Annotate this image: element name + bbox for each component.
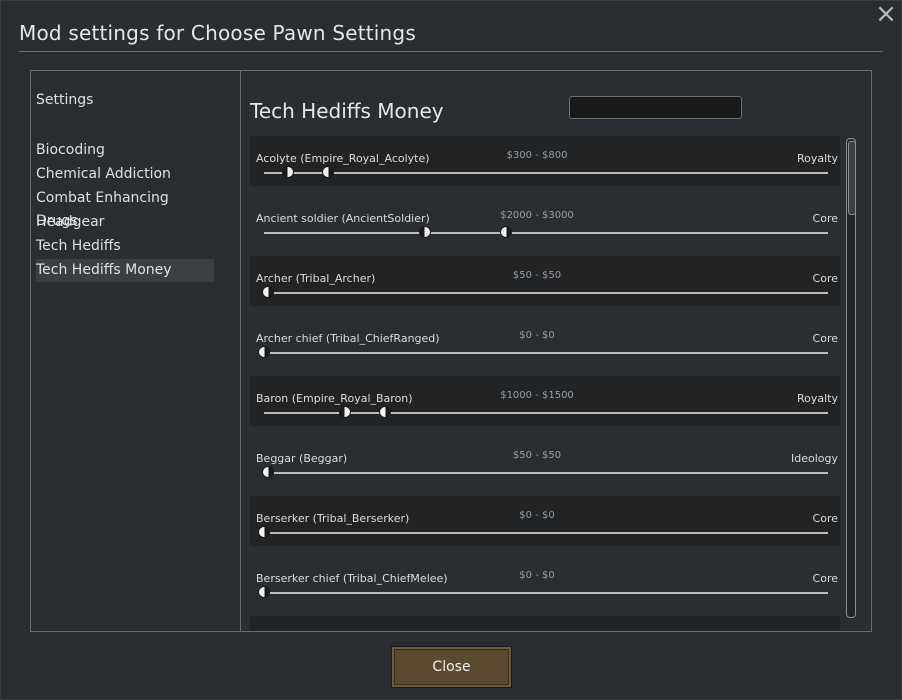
range-slider-track[interactable]	[264, 292, 828, 294]
row-range-value: $1000 - $1500	[500, 390, 574, 401]
sidebar-item[interactable]: Tech Hediffs	[36, 235, 209, 258]
slider-max-handle[interactable]	[258, 526, 270, 538]
sidebar-heading: Settings	[36, 92, 94, 108]
row-source: Core	[812, 572, 838, 585]
slider-min-handle[interactable]	[338, 406, 351, 418]
row-source: Core	[812, 212, 838, 225]
sidebar-item[interactable]: Chemical Addiction	[36, 163, 209, 186]
section-title: Tech Hediffs Money	[250, 99, 444, 123]
sidebar-item[interactable]: Biocoding	[36, 139, 209, 162]
slider-max-handle[interactable]	[499, 226, 512, 238]
settings-panel: Settings Biocoding Chemical Addiction Comb…	[30, 70, 872, 632]
row-source: Core	[812, 512, 838, 525]
setting-row: Berserker chief (Tribal_ChiefMelee) $0 - …	[250, 556, 840, 606]
row-range-value: $2000 - $3000	[500, 210, 574, 221]
row-source: Core	[812, 272, 838, 285]
row-label: Berserker (Tribal_Berserker)	[256, 512, 410, 525]
window-title: Mod settings for Choose Pawn Settings	[19, 21, 416, 45]
slider-max-handle[interactable]	[258, 346, 270, 358]
content-area: Tech Hediffs Money Acolyte (Empire_Royal…	[242, 71, 871, 631]
range-slider-track[interactable]	[264, 532, 828, 534]
scrollbar-thumb[interactable]	[848, 141, 856, 215]
slider-max-handle[interactable]	[262, 466, 275, 478]
search-input[interactable]	[569, 96, 742, 119]
range-slider-track[interactable]	[264, 592, 828, 594]
row-range-value: $50 - $50	[512, 270, 562, 281]
settings-list: Acolyte (Empire_Royal_Acolyte) $300 - $80…	[250, 136, 840, 631]
row-label: Archer (Tribal_Archer)	[256, 272, 376, 285]
mod-settings-window: × Mod settings for Choose Pawn Settings …	[0, 0, 902, 700]
setting-row: Archer chief (Tribal_ChiefRanged) $0 - $0…	[250, 316, 840, 366]
title-divider	[19, 51, 883, 52]
row-label: Archer chief (Tribal_ChiefRanged)	[256, 332, 440, 345]
row-source: Royalty	[796, 392, 838, 405]
setting-row-partial	[250, 616, 840, 631]
row-source: Core	[812, 332, 838, 345]
slider-min-handle[interactable]	[419, 226, 432, 238]
close-icon[interactable]: ×	[875, 1, 897, 27]
range-slider-track[interactable]	[264, 352, 828, 354]
slider-max-handle[interactable]	[322, 166, 335, 178]
sidebar-item[interactable]: Tech Hediffs Money	[36, 259, 214, 282]
sidebar-item[interactable]: Headgear	[36, 211, 209, 234]
setting-row: Beggar (Beggar) $50 - $50 Ideology	[250, 436, 840, 486]
row-range-value: $0 - $0	[519, 330, 555, 341]
slider-max-handle[interactable]	[378, 406, 391, 418]
range-slider-track[interactable]	[264, 232, 828, 234]
range-slider-track[interactable]	[264, 472, 828, 474]
row-range-value: $0 - $0	[519, 510, 555, 521]
row-label: Baron (Empire_Royal_Baron)	[256, 392, 413, 405]
setting-row: Ancient soldier (AncientSoldier) $2000 - …	[250, 196, 840, 246]
slider-min-handle[interactable]	[282, 166, 295, 178]
row-source: Royalty	[796, 152, 838, 165]
row-label: Berserker chief (Tribal_ChiefMelee)	[256, 572, 448, 585]
scrollbar[interactable]	[846, 138, 856, 618]
sidebar: Settings Biocoding Chemical Addiction Comb…	[31, 71, 241, 631]
row-label: Beggar (Beggar)	[256, 452, 348, 465]
row-label: Ancient soldier (AncientSoldier)	[256, 212, 430, 225]
slider-max-handle[interactable]	[262, 286, 275, 298]
row-source: Ideology	[790, 452, 838, 465]
setting-row: Berserker (Tribal_Berserker) $0 - $0 Core	[250, 496, 840, 546]
close-button[interactable]: Close	[391, 646, 512, 688]
sidebar-item[interactable]: Combat Enhancing Drugs	[36, 187, 209, 229]
row-range-value: $0 - $0	[519, 570, 555, 581]
setting-row: Archer (Tribal_Archer) $50 - $50 Core	[250, 256, 840, 306]
row-range-value: $300 - $800	[506, 150, 568, 161]
row-label: Acolyte (Empire_Royal_Acolyte)	[256, 152, 430, 165]
setting-row: Acolyte (Empire_Royal_Acolyte) $300 - $80…	[250, 136, 840, 186]
slider-max-handle[interactable]	[258, 586, 270, 598]
setting-row: Baron (Empire_Royal_Baron) $1000 - $1500 R…	[250, 376, 840, 426]
row-range-value: $50 - $50	[512, 450, 562, 461]
range-slider-track[interactable]	[264, 172, 828, 174]
